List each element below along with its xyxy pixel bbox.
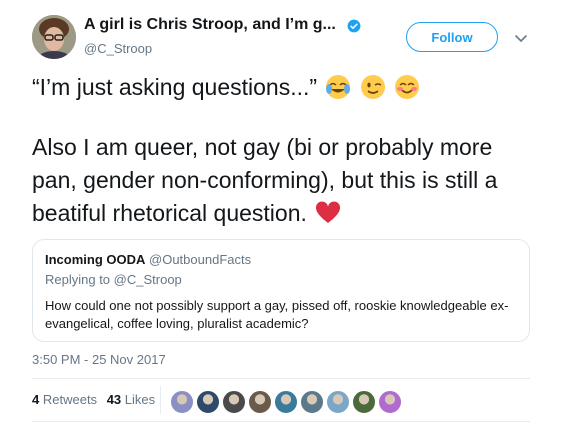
avatar-8[interactable] — [352, 390, 376, 414]
chevron-down-icon[interactable] — [514, 31, 528, 45]
retweets-stat[interactable]: 4 Retweets — [32, 392, 101, 407]
user-handle[interactable]: @C_Stroop — [84, 41, 152, 56]
display-name[interactable]: A girl is Chris Stroop, and I’m g... — [84, 16, 336, 34]
red-heart-emoji-icon — [316, 201, 341, 223]
wink-emoji-icon — [360, 75, 385, 99]
avatar-9[interactable] — [378, 390, 402, 414]
quoted-author: Incoming OODA @OutboundFacts — [45, 252, 251, 267]
avatar-7[interactable] — [326, 390, 350, 414]
likes-count: 43 — [106, 392, 122, 407]
quoted-author-name: Incoming OODA — [45, 252, 146, 267]
avatar-1[interactable] — [170, 390, 194, 414]
replying-to-handle: @C_Stroop — [113, 272, 182, 287]
avatar-3[interactable] — [222, 390, 246, 414]
divider — [32, 421, 530, 422]
retweets-count: 4 — [32, 392, 40, 407]
tweet-stats: 4 Retweets 43 Likes — [32, 392, 161, 407]
quoted-tweet-text: How could one not possibly support a gay… — [45, 298, 509, 331]
avatar[interactable] — [32, 15, 76, 59]
divider — [32, 378, 530, 379]
avatar-6[interactable] — [300, 390, 324, 414]
tweet-body-text: Also I am queer, not gay (bi or probably… — [32, 134, 498, 226]
likes-stat[interactable]: 43 Likes — [107, 392, 155, 407]
quoted-replying-to: Replying to @C_Stroop — [45, 272, 182, 287]
stats-separator — [160, 386, 161, 414]
quoted-tweet-card[interactable]: Incoming OODA @OutboundFacts Replying to… — [32, 239, 530, 342]
tweet-text-line1: “I’m just asking questions...” — [32, 71, 542, 104]
follow-button[interactable]: Follow — [406, 22, 498, 52]
avatar-4[interactable] — [248, 390, 272, 414]
avatar-5[interactable] — [274, 390, 298, 414]
tweet-timestamp[interactable]: 3:50 PM - 25 Nov 2017 — [32, 352, 166, 367]
tweet-text-line2: Also I am queer, not gay (bi or probably… — [32, 131, 542, 230]
tweet-quote-text: “I’m just asking questions...” — [32, 74, 318, 100]
avatar-2[interactable] — [196, 390, 220, 414]
likes-label: Likes — [124, 392, 156, 407]
joy-emoji-icon — [326, 75, 351, 99]
blush-emoji-icon — [395, 75, 420, 99]
retweets-label: Retweets — [42, 392, 98, 407]
replying-to-prefix: Replying to — [45, 272, 111, 287]
avatar-image — [32, 15, 76, 59]
quoted-author-handle: @OutboundFacts — [149, 252, 252, 267]
verified-badge-icon — [347, 19, 361, 33]
